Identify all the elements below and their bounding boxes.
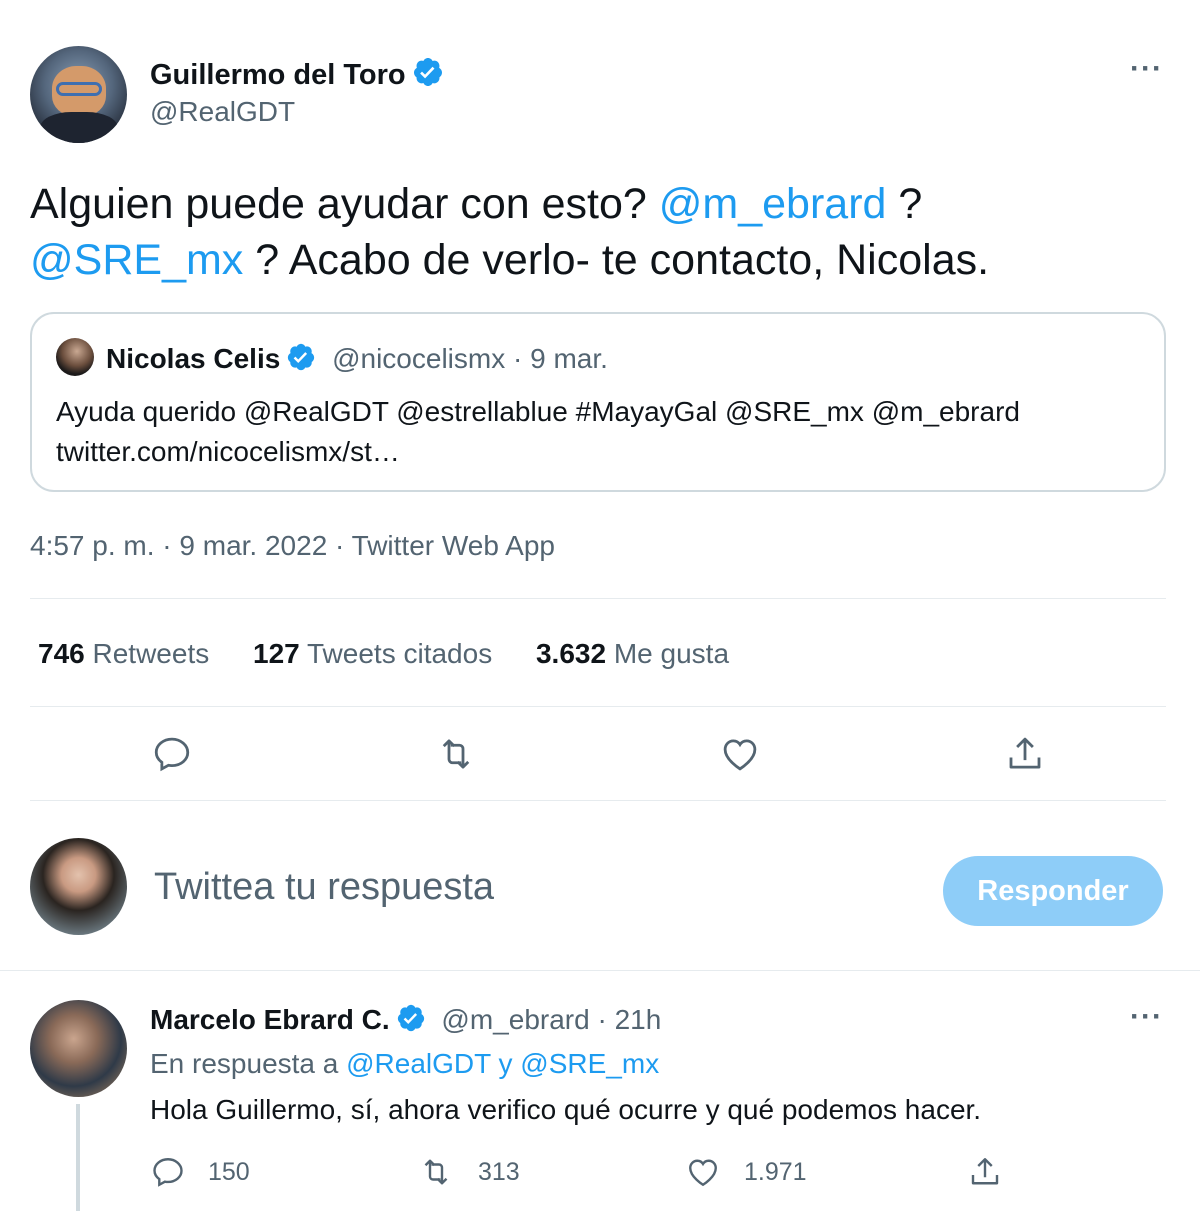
reply-button[interactable] [150, 732, 194, 776]
thread-line [76, 1104, 80, 1211]
tweet-stats: 746 Retweets 127 Tweets citados 3.632 Me… [38, 638, 765, 670]
tweet-text-part: ? Acabo de verlo- te contacto, Nicolas. [243, 236, 990, 284]
reply-share-button[interactable] [966, 1154, 1026, 1190]
retweet-button[interactable] [434, 732, 478, 776]
reply-submit-button[interactable]: Responder [943, 856, 1163, 926]
stat-label: Tweets citados [307, 638, 493, 669]
current-user-avatar[interactable] [30, 838, 127, 935]
verified-badge-icon [413, 58, 442, 86]
author-name[interactable]: Guillermo del Toro [150, 56, 444, 92]
author-name-text: Guillermo del Toro [150, 59, 406, 91]
divider [30, 800, 1166, 801]
reply-context: En respuesta a @RealGDT y @SRE_mx [150, 1048, 659, 1080]
share-icon [971, 1158, 999, 1185]
stat-label: Me gusta [613, 638, 730, 669]
divider [30, 706, 1166, 707]
mention-link[interactable]: @m_ebrard [659, 180, 887, 228]
like-button[interactable] [718, 732, 762, 776]
reply-like-button[interactable]: 1.971 [684, 1154, 807, 1190]
stat-value: 127 [253, 638, 300, 669]
reply-input[interactable] [154, 866, 914, 909]
stat-value: 3.632 [535, 638, 607, 669]
verified-badge-icon [397, 1004, 424, 1032]
quoted-author-avatar [56, 338, 94, 376]
retweet-icon [442, 739, 470, 769]
quoted-handle-date: @nicocelismx · 9 mar. [332, 343, 608, 374]
quoted-tweet-header: Nicolas Celis @nicocelismx · 9 mar. [106, 342, 608, 375]
divider [0, 970, 1200, 971]
more-dots-icon[interactable]: ··· [1130, 1000, 1163, 1034]
stat-value: 746 [38, 638, 85, 669]
stat-likes[interactable]: 3.632 Me gusta [536, 638, 729, 670]
tweet-text-part: Alguien puede ayudar con esto? [30, 180, 659, 228]
reply-icon [153, 1158, 183, 1187]
retweet-count: 313 [478, 1157, 520, 1186]
reply-icon [154, 737, 190, 772]
mention-link[interactable]: @SRE_mx [520, 1048, 659, 1079]
reply-retweet-button[interactable]: 313 [416, 1154, 520, 1190]
reply-tweet-header: Marcelo Ebrard C. @m_ebrard · 21h [150, 1003, 661, 1036]
stat-retweets[interactable]: 746 Retweets [38, 638, 209, 670]
avatar-coat [40, 112, 118, 143]
reply-count: 150 [208, 1157, 250, 1186]
quoted-text-line: twitter.com/nicocelismx/st… [56, 436, 400, 467]
more-dots-icon[interactable]: ··· [1130, 52, 1163, 86]
author-avatar[interactable] [30, 46, 127, 143]
reply-author-avatar[interactable] [30, 1000, 127, 1097]
quoted-tweet-text: Ayuda querido @RealGDT @estrellablue #Ma… [56, 392, 1146, 472]
reply-tweet-text: Hola Guillermo, sí, ahora verifico qué o… [150, 1094, 982, 1125]
avatar-glasses [56, 82, 102, 96]
tweet-timestamp[interactable]: 4:57 p. m. · 9 mar. 2022 · Twitter Web A… [30, 530, 555, 562]
quoted-text-line: Ayuda querido @RealGDT @estrellablue #Ma… [56, 396, 1020, 427]
heart-icon [723, 739, 757, 771]
share-button[interactable] [1003, 732, 1047, 776]
stat-quote-tweets[interactable]: 127 Tweets citados [253, 638, 492, 670]
verified-badge-icon [288, 343, 315, 371]
tweet-text: Alguien puede ayudar con esto? @m_ebrard… [30, 176, 1160, 288]
stat-label: Retweets [92, 638, 210, 669]
quoted-author-name: Nicolas Celis [106, 343, 281, 374]
reply-context-prefix: En respuesta a [150, 1048, 347, 1079]
heart-icon [689, 1159, 717, 1187]
retweet-icon [424, 1159, 448, 1185]
quoted-tweet-card[interactable]: Nicolas Celis @nicocelismx · 9 mar. Ayud… [30, 312, 1166, 492]
reply-reply-button[interactable]: 150 [150, 1154, 250, 1190]
share-icon [1009, 737, 1041, 769]
author-handle[interactable]: @RealGDT [150, 96, 295, 128]
mention-link[interactable]: @RealGDT [346, 1048, 491, 1079]
like-count: 1.971 [744, 1157, 807, 1186]
divider [30, 598, 1166, 599]
mention-link[interactable]: @SRE_mx [30, 236, 243, 284]
reply-context-and: y [490, 1048, 521, 1079]
reply-handle-time[interactable]: @m_ebrard · 21h [441, 1004, 661, 1035]
tweet-text-part: ? [886, 180, 923, 228]
reply-author-name[interactable]: Marcelo Ebrard C. [150, 1004, 390, 1035]
